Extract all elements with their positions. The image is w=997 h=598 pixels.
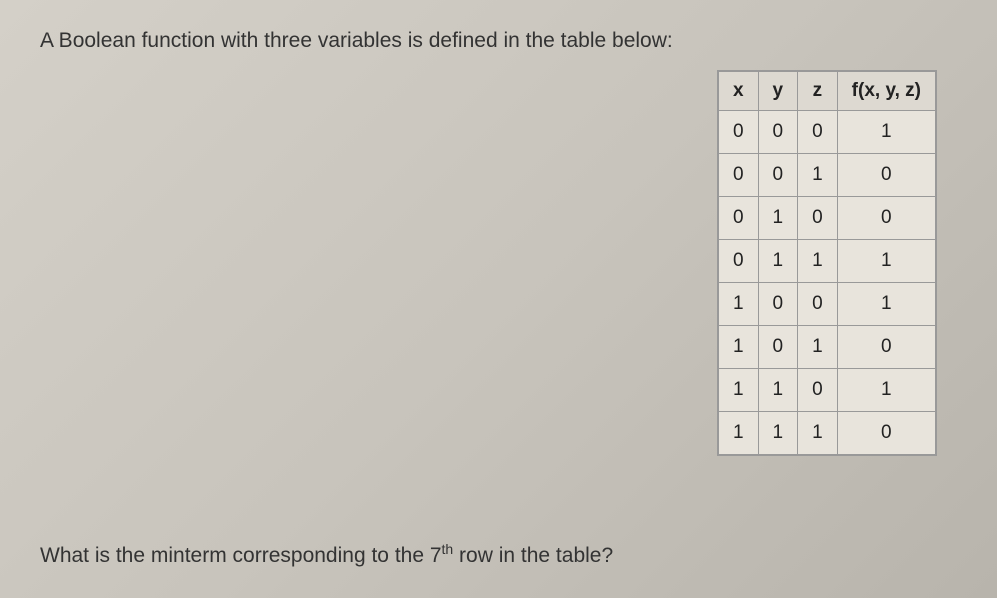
cell: 0 xyxy=(758,326,798,369)
cell: 1 xyxy=(837,111,936,154)
question-sup: th xyxy=(442,541,454,557)
cell: 0 xyxy=(798,111,838,154)
cell: 0 xyxy=(718,111,758,154)
cell: 1 xyxy=(758,412,798,456)
table-header-row: x y z f(x, y, z) xyxy=(718,71,936,111)
header-f: f(x, y, z) xyxy=(837,71,936,111)
question-suffix: row in the table? xyxy=(453,544,613,567)
cell: 0 xyxy=(798,197,838,240)
question-text: What is the minterm corresponding to the… xyxy=(40,541,613,568)
cell: 1 xyxy=(837,369,936,412)
table-row: 0 0 0 1 xyxy=(718,111,936,154)
cell: 0 xyxy=(758,283,798,326)
table-row: 1 0 1 0 xyxy=(718,326,936,369)
cell: 1 xyxy=(758,369,798,412)
cell: 1 xyxy=(718,412,758,456)
cell: 0 xyxy=(837,412,936,456)
cell: 1 xyxy=(798,154,838,197)
table-row: 1 0 0 1 xyxy=(718,283,936,326)
cell: 0 xyxy=(837,197,936,240)
table-row: 0 1 1 1 xyxy=(718,240,936,283)
intro-text: A Boolean function with three variables … xyxy=(40,25,957,57)
table-row: 1 1 1 0 xyxy=(718,412,936,456)
cell: 1 xyxy=(837,283,936,326)
table-row: 1 1 0 1 xyxy=(718,369,936,412)
cell: 1 xyxy=(798,326,838,369)
cell: 0 xyxy=(718,154,758,197)
table-row: 0 0 1 0 xyxy=(718,154,936,197)
cell: 0 xyxy=(758,154,798,197)
cell: 1 xyxy=(758,240,798,283)
cell: 0 xyxy=(718,197,758,240)
cell: 1 xyxy=(798,240,838,283)
cell: 0 xyxy=(837,154,936,197)
table-row: 0 1 0 0 xyxy=(718,197,936,240)
cell: 0 xyxy=(798,283,838,326)
question-prefix: What is the minterm corresponding to the… xyxy=(40,544,442,567)
cell: 0 xyxy=(758,111,798,154)
table-body: 0 0 0 1 0 0 1 0 0 1 0 0 0 1 1 1 1 0 0 1 xyxy=(718,111,936,456)
truth-table: x y z f(x, y, z) 0 0 0 1 0 0 1 0 0 1 0 0… xyxy=(717,70,937,456)
cell: 0 xyxy=(837,326,936,369)
cell: 1 xyxy=(718,369,758,412)
cell: 1 xyxy=(798,412,838,456)
header-x: x xyxy=(718,71,758,111)
header-z: z xyxy=(798,71,838,111)
cell: 1 xyxy=(718,326,758,369)
cell: 1 xyxy=(718,283,758,326)
cell: 0 xyxy=(798,369,838,412)
cell: 1 xyxy=(837,240,936,283)
cell: 1 xyxy=(758,197,798,240)
cell: 0 xyxy=(718,240,758,283)
header-y: y xyxy=(758,71,798,111)
